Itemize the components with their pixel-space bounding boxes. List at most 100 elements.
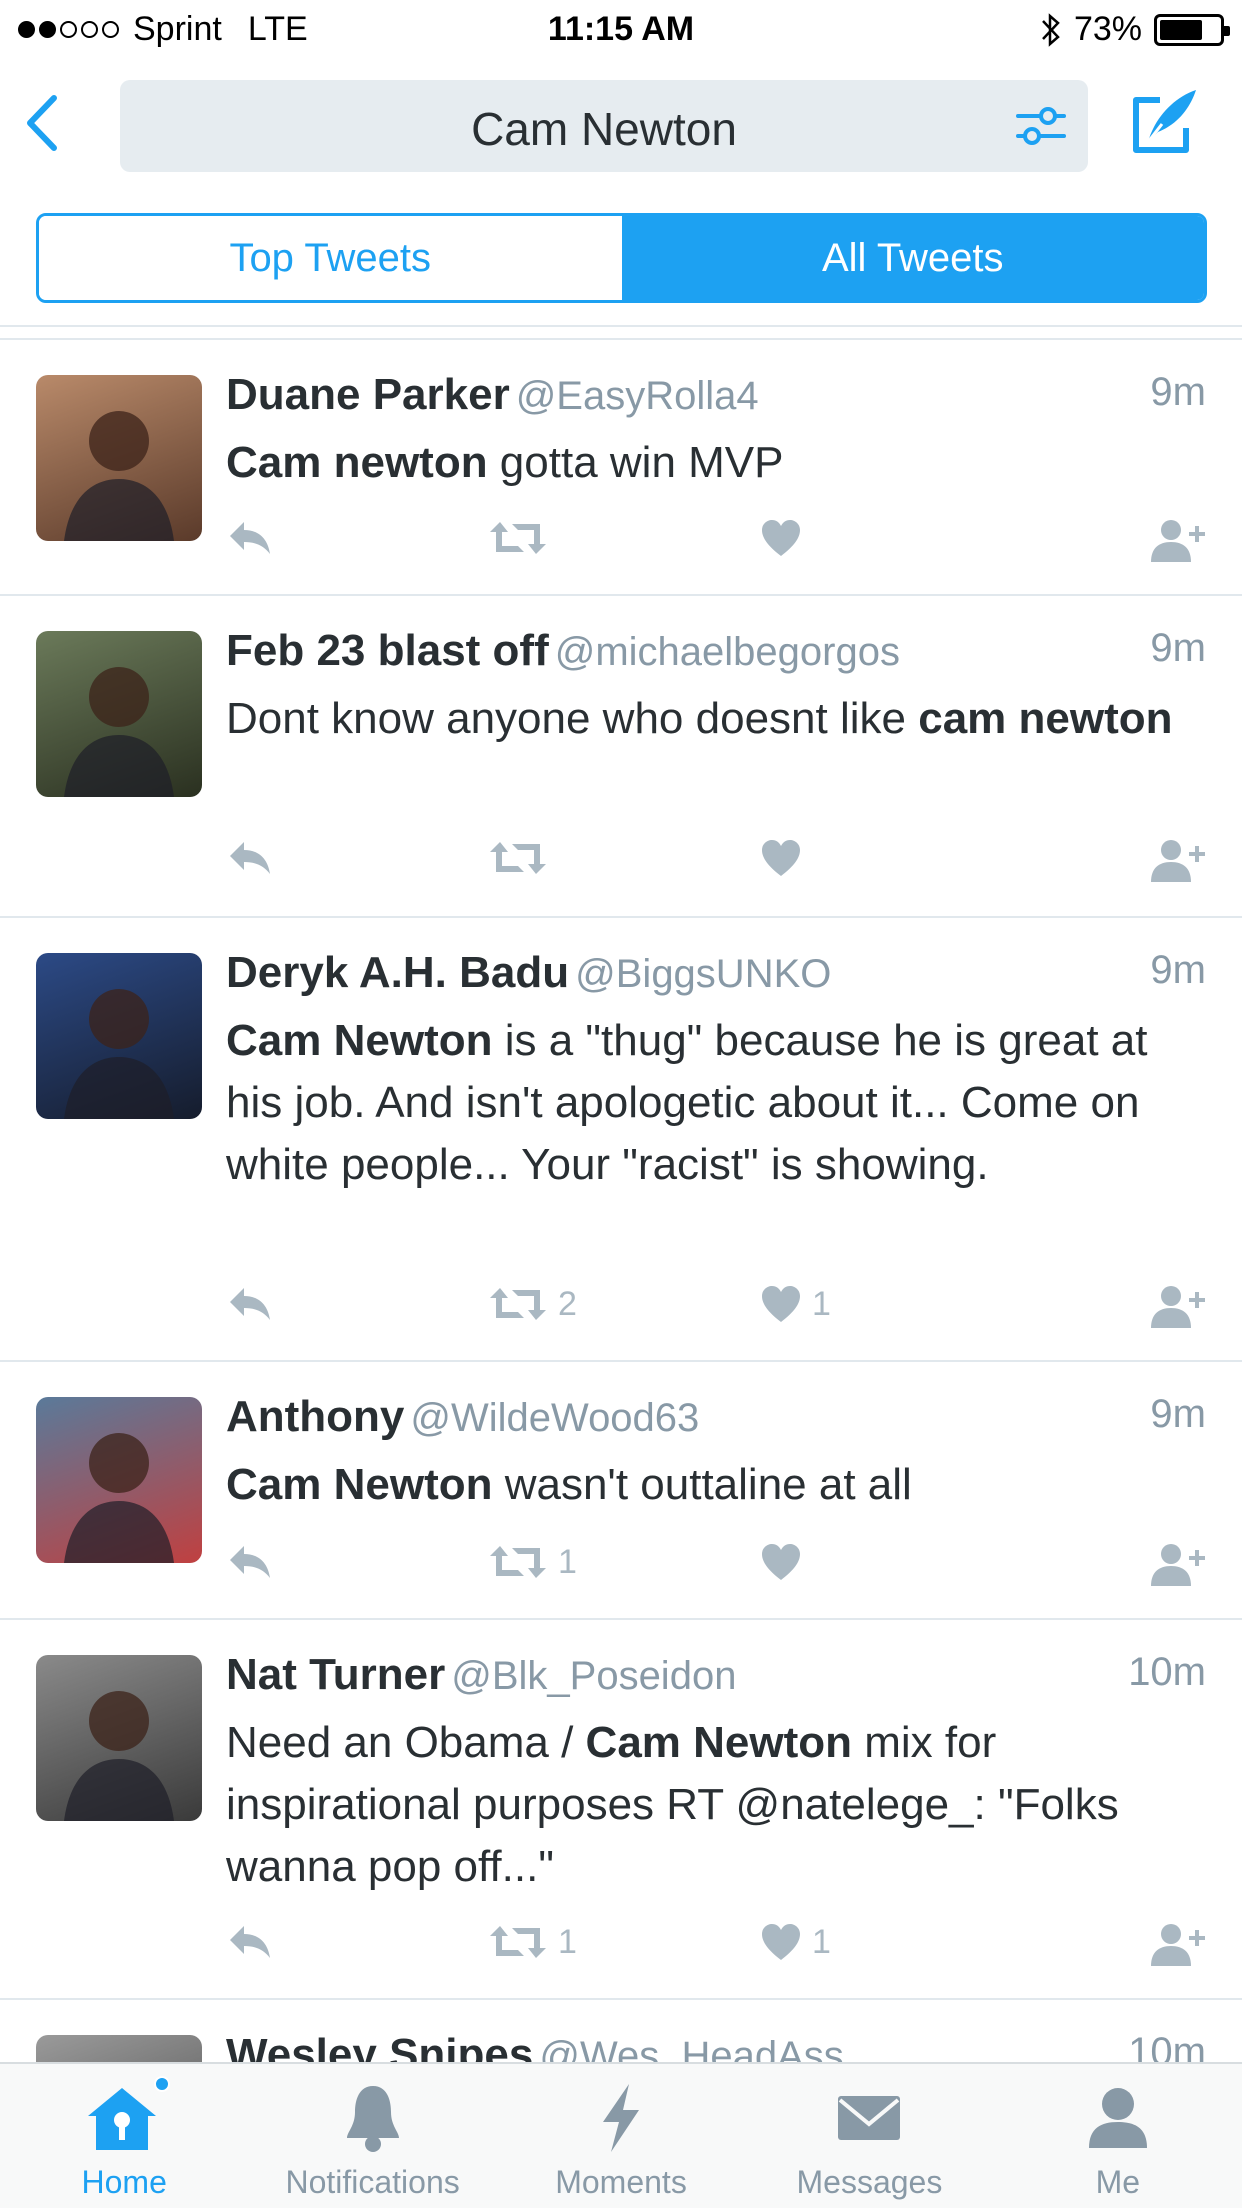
reply-button[interactable] [226,838,272,878]
avatar[interactable] [36,1397,202,1563]
person-icon [1088,2088,1147,2148]
reply-icon [230,1546,270,1578]
tab-all-tweets[interactable]: All Tweets [621,216,1204,300]
follow-user-icon [1151,520,1205,562]
divider [0,338,1242,340]
tweet-actions [226,518,1211,568]
follow-button[interactable] [1149,1922,1211,1968]
tweet-timestamp: 9m [1150,948,1206,992]
search-query: Cam Newton [471,103,737,155]
tab-me[interactable]: Me [994,2064,1242,2208]
tweet-timestamp: 9m [1150,370,1206,414]
tweet-filter-segmented-control: Top Tweets All Tweets [36,213,1207,303]
tweet-text-segment: Cam Newton [226,1460,493,1509]
tab-notifications[interactable]: Notifications [248,2064,496,2208]
reply-button[interactable] [226,1542,272,1582]
tweet-text-segment: wasn't outtaline at all [492,1460,912,1509]
compose-tweet-button[interactable] [1128,84,1202,162]
chevron-left-icon [27,95,57,151]
like-button[interactable] [760,1542,812,1582]
search-filter-button[interactable] [1014,102,1068,150]
follow-button[interactable] [1149,518,1211,564]
tweet-row[interactable]: Nat Turner @Blk_Poseidon 10m Need an Obama … [0,1622,1242,2000]
like-count: 1 [812,1922,831,1961]
sliders-icon [1016,107,1066,145]
tab-home[interactable]: Home [0,2064,248,2208]
follow-button[interactable] [1149,838,1211,884]
reply-button[interactable] [226,518,272,558]
tweet-actions [226,838,1211,888]
tweet-actions: 1 [226,1542,1211,1592]
search-field[interactable]: Cam Newton [120,80,1088,172]
reply-icon [230,1926,270,1958]
tweet-text: Cam Newton wasn't outtaline at all [226,1454,1211,1516]
tweet-text-segment: gotta win MVP [487,438,784,487]
follow-button[interactable] [1149,1284,1211,1330]
tweet-author-handle[interactable]: @Blk_Poseidon [451,1654,736,1698]
tweet-text-segment: Dont know anyone who doesnt like [226,694,919,743]
status-right: 73% [1040,10,1230,49]
reply-button[interactable] [226,1922,272,1962]
reply-button[interactable] [226,1284,272,1324]
tweet-row[interactable]: Duane Parker @EasyRolla4 9m Cam newton gott… [0,342,1242,596]
heart-icon [762,1286,800,1322]
tweet-author-handle[interactable]: @michaelbegorgos [555,630,900,674]
retweet-button[interactable] [488,518,558,558]
avatar[interactable] [36,631,202,797]
back-button[interactable] [18,92,74,154]
navigation-bar: Cam Newton [0,62,1242,192]
tweet-row[interactable]: Anthony @WildeWood63 9m Cam Newton wasn't o… [0,1364,1242,1620]
like-button[interactable]: 1 [760,1922,831,1962]
tweet-author-name[interactable]: Duane Parker [226,370,510,419]
tab-bar: Home Notifications Moments Messages Me [0,2062,1242,2208]
like-count: 1 [812,1284,831,1323]
like-button[interactable] [760,838,812,878]
reply-icon [230,1288,270,1320]
home-icon [88,2088,157,2150]
follow-button[interactable] [1149,1542,1211,1588]
reply-icon [230,522,270,554]
like-button[interactable]: 1 [760,1284,831,1324]
tab-top-tweets[interactable]: Top Tweets [39,216,622,300]
tweet-text: Cam newton gotta win MVP [226,432,1211,494]
tweet-text-segment: Cam newton [226,438,488,487]
bell-icon [346,2086,399,2152]
avatar[interactable] [36,953,202,1119]
tab-messages[interactable]: Messages [745,2064,993,2208]
tweet-timestamp: 9m [1150,1392,1206,1436]
tweet-author-name[interactable]: Deryk A.H. Badu [226,948,569,997]
tab-home-label: Home [81,2164,167,2200]
tweet-author-handle[interactable]: @EasyRolla4 [516,374,759,418]
tweet-text: Dont know anyone who doesnt like cam new… [226,688,1211,750]
envelope-icon [838,2096,901,2140]
tweet-text-segment: Cam Newton [585,1718,853,1767]
tab-moments-label: Moments [555,2164,687,2200]
heart-icon [762,840,800,876]
status-bar: Sprint LTE 11:15 AM 73% [0,0,1242,62]
retweet-button[interactable]: 1 [488,1922,577,1962]
tab-notifications-label: Notifications [285,2164,460,2200]
retweet-button[interactable]: 2 [488,1284,577,1324]
avatar[interactable] [36,375,202,541]
tab-moments[interactable]: Moments [497,2064,745,2208]
tweet-author-handle[interactable]: @WildeWood63 [410,1396,699,1440]
heart-icon [762,1544,800,1580]
tweet-author-handle[interactable]: @BiggsUNKO [575,952,831,996]
tweet-actions: 11 [226,1922,1211,1972]
avatar[interactable] [36,1655,202,1821]
tab-messages-label: Messages [796,2164,943,2200]
battery-icon [1154,13,1230,46]
reply-icon [230,842,270,874]
home-badge-dot [154,2076,170,2092]
tweet-author-name[interactable]: Feb 23 blast off [226,626,549,675]
retweet-button[interactable] [488,838,558,878]
tweet-author-name[interactable]: Nat Turner [226,1650,445,1699]
like-button[interactable] [760,518,812,558]
tab-me-label: Me [1095,2164,1141,2200]
tweet-timestamp: 10m [1128,1650,1206,1694]
tweet-row[interactable]: Feb 23 blast off @michaelbegorgos 9m Dont k… [0,598,1242,918]
retweet-button[interactable]: 1 [488,1542,577,1582]
tweet-row[interactable]: Deryk A.H. Badu @BiggsUNKO 9m Cam Newton is… [0,920,1242,1362]
follow-user-icon [1151,1924,1205,1966]
tweet-author-name[interactable]: Anthony [226,1392,404,1441]
